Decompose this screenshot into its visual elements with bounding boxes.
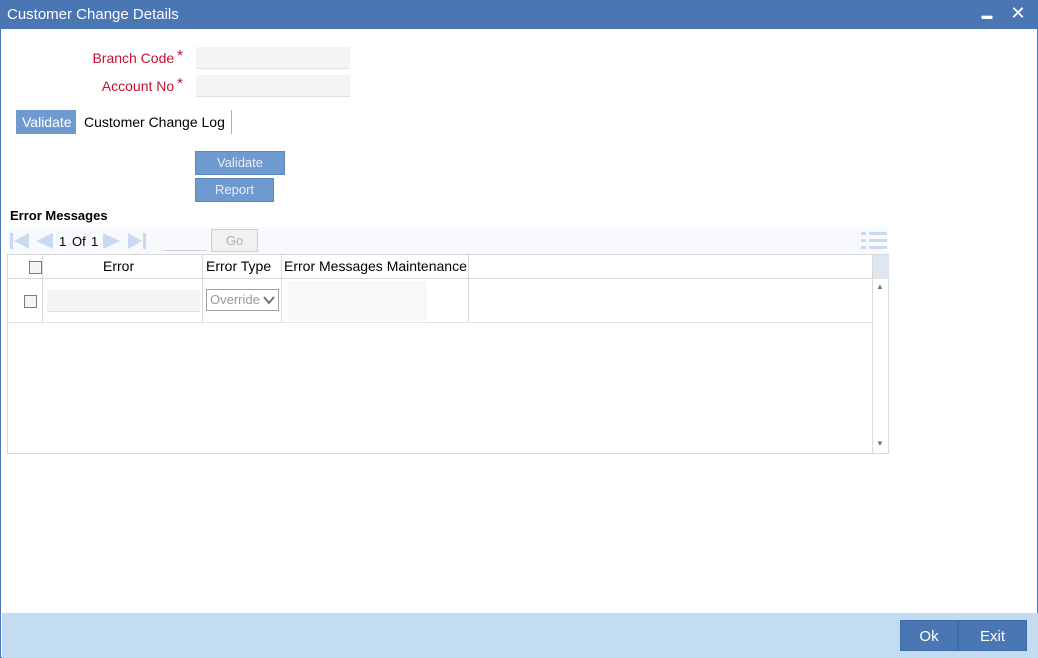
tab-bar: Validate Customer Change Log	[16, 110, 232, 134]
close-icon[interactable]: ✕	[1007, 3, 1029, 25]
exit-button[interactable]: Exit	[958, 620, 1027, 651]
account-no-label: Account No *	[43, 75, 183, 95]
tab-validate[interactable]: Validate	[16, 110, 76, 134]
column-header-error-type: Error Type	[206, 258, 272, 274]
branch-code-label-text: Branch Code	[92, 50, 175, 66]
validate-button[interactable]: Validate	[195, 151, 285, 175]
required-marker: *	[177, 47, 183, 64]
ok-button[interactable]: Ok	[900, 620, 958, 651]
error-messages-pager: 1 Of 1 Go	[7, 227, 888, 255]
column-header-error-messages-maintenance: Error Messages Maintenance	[284, 258, 467, 274]
scrollbar-header-filler	[873, 255, 889, 279]
branch-code-label: Branch Code *	[43, 47, 183, 67]
next-page-icon[interactable]	[101, 232, 123, 250]
list-view-icon[interactable]	[861, 230, 887, 250]
error-input[interactable]	[47, 290, 200, 312]
grid-header: Error Error Type Error Messages Maintena…	[8, 255, 872, 323]
error-type-select[interactable]: Override	[206, 289, 279, 311]
customer-change-details-window: Customer Change Details ▬ ✕ Branch Code *…	[0, 0, 1038, 658]
scroll-up-icon[interactable]: ▲	[876, 282, 884, 291]
error-type-value: Override	[210, 292, 260, 307]
previous-page-icon[interactable]	[33, 232, 55, 250]
required-marker: *	[177, 75, 183, 92]
error-messages-title: Error Messages	[10, 208, 108, 223]
page-of-label: Of	[72, 234, 86, 249]
column-header-error: Error	[103, 258, 135, 274]
select-all-checkbox[interactable]	[29, 261, 42, 274]
scroll-down-icon[interactable]: ▼	[876, 439, 884, 448]
error-messages-maintenance-field[interactable]	[288, 281, 427, 321]
go-button[interactable]: Go	[211, 229, 258, 252]
account-no-input[interactable]	[196, 75, 350, 97]
go-to-page-input[interactable]	[164, 233, 206, 251]
row-select-checkbox[interactable]	[24, 295, 37, 308]
footer-bar: Ok Exit	[2, 613, 1038, 658]
branch-code-input[interactable]	[196, 47, 350, 69]
grid-scrollbar[interactable]: ▲ ▼	[872, 255, 889, 453]
chevron-down-icon	[263, 296, 275, 305]
last-page-icon[interactable]	[126, 232, 148, 250]
error-messages-grid: Error Error Type Error Messages Maintena…	[7, 254, 889, 454]
current-page: 1	[59, 234, 67, 249]
window-title: Customer Change Details	[7, 6, 179, 23]
table-row: Override	[8, 279, 872, 323]
title-bar: Customer Change Details ▬ ✕	[1, 1, 1037, 29]
report-button[interactable]: Report	[195, 178, 274, 202]
tab-customer-change-log[interactable]: Customer Change Log	[76, 110, 232, 134]
total-pages: 1	[91, 234, 99, 249]
minimize-icon[interactable]: ▬	[976, 3, 998, 25]
first-page-icon[interactable]	[9, 232, 31, 250]
account-no-label-text: Account No	[101, 78, 175, 94]
